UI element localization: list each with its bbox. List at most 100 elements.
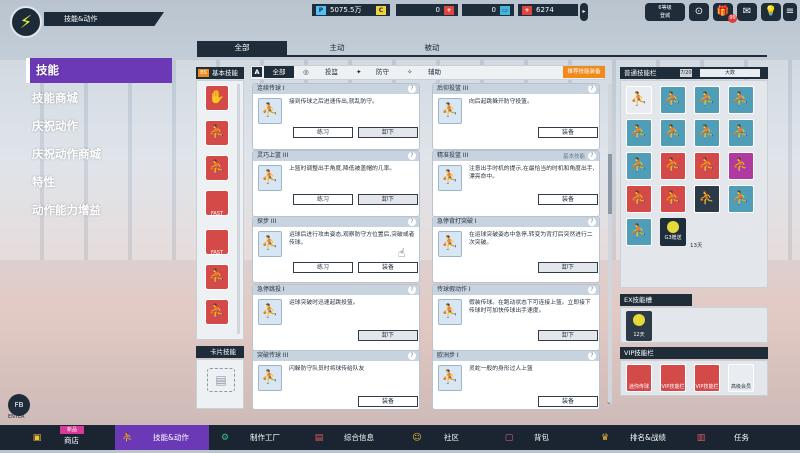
- menu-item-skill-shop[interactable]: 技能商城: [26, 86, 172, 111]
- unequip-button[interactable]: 卸下: [358, 127, 418, 138]
- slot-skill-icon[interactable]: ⛹: [728, 86, 754, 114]
- equip-button[interactable]: 装备: [358, 262, 418, 273]
- unequip-button[interactable]: 卸下: [358, 194, 418, 205]
- vip-skill-slot[interactable]: VIP技能栏: [694, 364, 720, 392]
- unequip-button[interactable]: 卸下: [538, 262, 598, 273]
- gift-icon[interactable]: ⊙: [689, 3, 709, 21]
- help-icon[interactable]: ?: [408, 352, 416, 360]
- slot-skill-icon[interactable]: ⛹: [660, 86, 686, 114]
- filter-assist[interactable]: 辅助: [428, 66, 441, 78]
- slot-skill-icon[interactable]: ⛹: [626, 152, 652, 180]
- vip-skill-slot[interactable]: 迷你传球包: [626, 364, 652, 434]
- help-icon[interactable]: ?: [588, 286, 596, 294]
- skill-card[interactable]: 急停跳投 I? ⛹ 运球突破时迅速起跳投篮。 卸下: [252, 284, 420, 351]
- equip-button[interactable]: 装备: [538, 194, 598, 205]
- slot-skill-icon[interactable]: ⛹: [626, 185, 652, 213]
- nav-skill-action[interactable]: ⛹ 技能&动作: [115, 425, 209, 450]
- base-skill-icon[interactable]: ✋: [205, 85, 229, 111]
- slot-skill-icon[interactable]: ⛹: [728, 152, 754, 180]
- practice-button[interactable]: 练习: [293, 127, 353, 138]
- help-icon[interactable]: ?: [588, 352, 596, 360]
- card-slot-icon[interactable]: ▤: [207, 368, 235, 392]
- tab-active[interactable]: 主动: [292, 41, 382, 55]
- mail-icon[interactable]: ✉: [737, 3, 757, 21]
- scroll-down-icon[interactable]: ⌄: [606, 398, 612, 406]
- unequip-button[interactable]: 卸下: [358, 330, 418, 341]
- hint-icon[interactable]: 💡: [761, 3, 781, 21]
- filter-defense[interactable]: 防守: [376, 66, 389, 78]
- help-icon[interactable]: ?: [408, 286, 416, 294]
- base-skill-scrollbar[interactable]: [237, 84, 240, 334]
- base-skill-icon-fast[interactable]: FAST: [205, 190, 229, 217]
- slot-skill-icon[interactable]: ⛹: [626, 86, 652, 114]
- help-icon[interactable]: ?: [588, 218, 596, 226]
- recommend-equip-button[interactable]: 推荐技能装备: [563, 66, 605, 78]
- equip-button[interactable]: 装备: [538, 127, 598, 138]
- skill-card[interactable]: 连续传球 I? ⛹ 接到传球之后进速传出,就乱防守。 练习 卸下: [252, 83, 420, 150]
- menu-item-action-boost[interactable]: 动作能力增益: [26, 198, 172, 223]
- expand-icon[interactable]: ▸: [580, 3, 588, 21]
- fb-button[interactable]: FB: [8, 394, 30, 416]
- slot-skill-icon[interactable]: ⛹: [660, 119, 686, 147]
- slot-skill-icon[interactable]: ⛹: [728, 119, 754, 147]
- slot-skill-icon[interactable]: ⛹: [694, 119, 720, 147]
- help-icon[interactable]: ?: [588, 85, 596, 93]
- menu-item-trait[interactable]: 特性: [26, 170, 172, 195]
- vip-skill-slot[interactable]: VIP技能栏: [660, 364, 686, 392]
- tab-all[interactable]: 全部: [197, 41, 287, 55]
- level-badge[interactable]: 6等级 登城: [645, 3, 685, 21]
- base-skill-icon[interactable]: ⛹: [205, 120, 229, 146]
- filter-all[interactable]: 全部: [264, 66, 294, 78]
- slot-skill-icon[interactable]: ⛹: [694, 86, 720, 114]
- skill-card[interactable]: 急停背打突破 I? ⛹ 在运球突破姿态中急停,转变为背打后突然进行二次突破。 卸…: [432, 216, 600, 283]
- skill-card[interactable]: 突破传球 III? ⛹ 闪躲防守队员时将球传给队友 装备: [252, 350, 420, 410]
- slot-skill-icon[interactable]: ⛹: [728, 185, 754, 213]
- equip-button[interactable]: 装备: [358, 396, 418, 407]
- plus-coin-icon[interactable]: +: [444, 5, 454, 15]
- help-icon[interactable]: ?: [408, 85, 416, 93]
- base-skill-icon[interactable]: ⛹: [205, 264, 229, 290]
- card-list-scrollbar[interactable]: [608, 84, 612, 404]
- ex-slot[interactable]: 12天: [626, 311, 652, 341]
- nav-factory[interactable]: ⚙ 制作工厂: [218, 425, 298, 450]
- help-icon[interactable]: ?: [588, 152, 596, 160]
- menu-item-celebration-shop[interactable]: 庆祝动作商城: [26, 142, 172, 167]
- help-icon[interactable]: ?: [408, 152, 416, 160]
- scroll-thumb[interactable]: [608, 154, 612, 214]
- slot-skill-icon[interactable]: ⛹: [694, 185, 720, 213]
- nav-shop[interactable]: ▣ 新品 商店: [30, 425, 110, 450]
- base-skill-icon[interactable]: ⛹: [205, 155, 229, 181]
- skill-card[interactable]: 传球假动作 I? ⛹ 假装传球。在跑动状态下可连接上篮。立即接下传球时可加快传球…: [432, 284, 600, 351]
- practice-button[interactable]: 练习: [293, 262, 353, 273]
- tab-passive[interactable]: 被动: [387, 41, 477, 55]
- slot-skill-icon[interactable]: ⛹: [626, 218, 652, 246]
- skill-card[interactable]: 探步 III? ⛹ 运球后进行攻击姿态,观察防守方位置后,突破或者传球。 练习 …: [252, 216, 420, 283]
- menu-item-skill[interactable]: 技能: [26, 58, 172, 83]
- filter-shoot[interactable]: 投篮: [325, 66, 338, 78]
- menu-item-celebration[interactable]: 庆祝动作: [26, 114, 172, 139]
- nav-mission[interactable]: ▥ 任务: [694, 425, 764, 450]
- equip-button[interactable]: 装备: [538, 396, 598, 407]
- nav-community[interactable]: ☺ 社区: [410, 425, 480, 450]
- skill-card[interactable]: 欧洲步 I? ⛹ 灵蛇一般的身形过人上篮 装备: [432, 350, 600, 410]
- skill-card[interactable]: 灵巧上篮 III? ⛹ 上篮时调整出手角度,降低被盖帽的几率。 练习 卸下: [252, 150, 420, 217]
- plus-ticket-icon[interactable]: +: [522, 5, 532, 15]
- skill-card[interactable]: 精准投篮 III 基本技能 ? ⛹ 注意出手时机的提示,在最恰当的时机和角度出手…: [432, 150, 600, 217]
- premium-member-slot[interactable]: 高级会员: [728, 364, 754, 392]
- slot-skill-icon[interactable]: ⛹: [660, 185, 686, 213]
- sort-dropdown[interactable]: 大数: [700, 69, 760, 77]
- nav-info[interactable]: ▤ 综合信息: [312, 425, 392, 450]
- slot-skill-icon[interactable]: ⛹: [660, 152, 686, 180]
- base-skill-icon-fast[interactable]: FAST: [205, 229, 229, 256]
- practice-button[interactable]: 练习: [293, 194, 353, 205]
- nav-ranking[interactable]: ♛ 排名&战绩: [598, 425, 678, 450]
- nav-bag[interactable]: ▢ 背包: [502, 425, 572, 450]
- help-icon[interactable]: ?: [408, 218, 416, 226]
- menu-icon[interactable]: ≡: [783, 3, 797, 21]
- slot-skill-icon[interactable]: ⛹: [694, 152, 720, 180]
- base-skill-icon[interactable]: ⛹: [205, 299, 229, 325]
- g3-gift-slot[interactable]: G3赠送: [660, 218, 686, 246]
- unequip-button[interactable]: 卸下: [538, 330, 598, 341]
- slot-skill-icon[interactable]: ⛹: [626, 119, 652, 147]
- skill-card[interactable]: 后仰投篮 III? ⛹ 向后起跳躲开防守投篮。 装备: [432, 83, 600, 150]
